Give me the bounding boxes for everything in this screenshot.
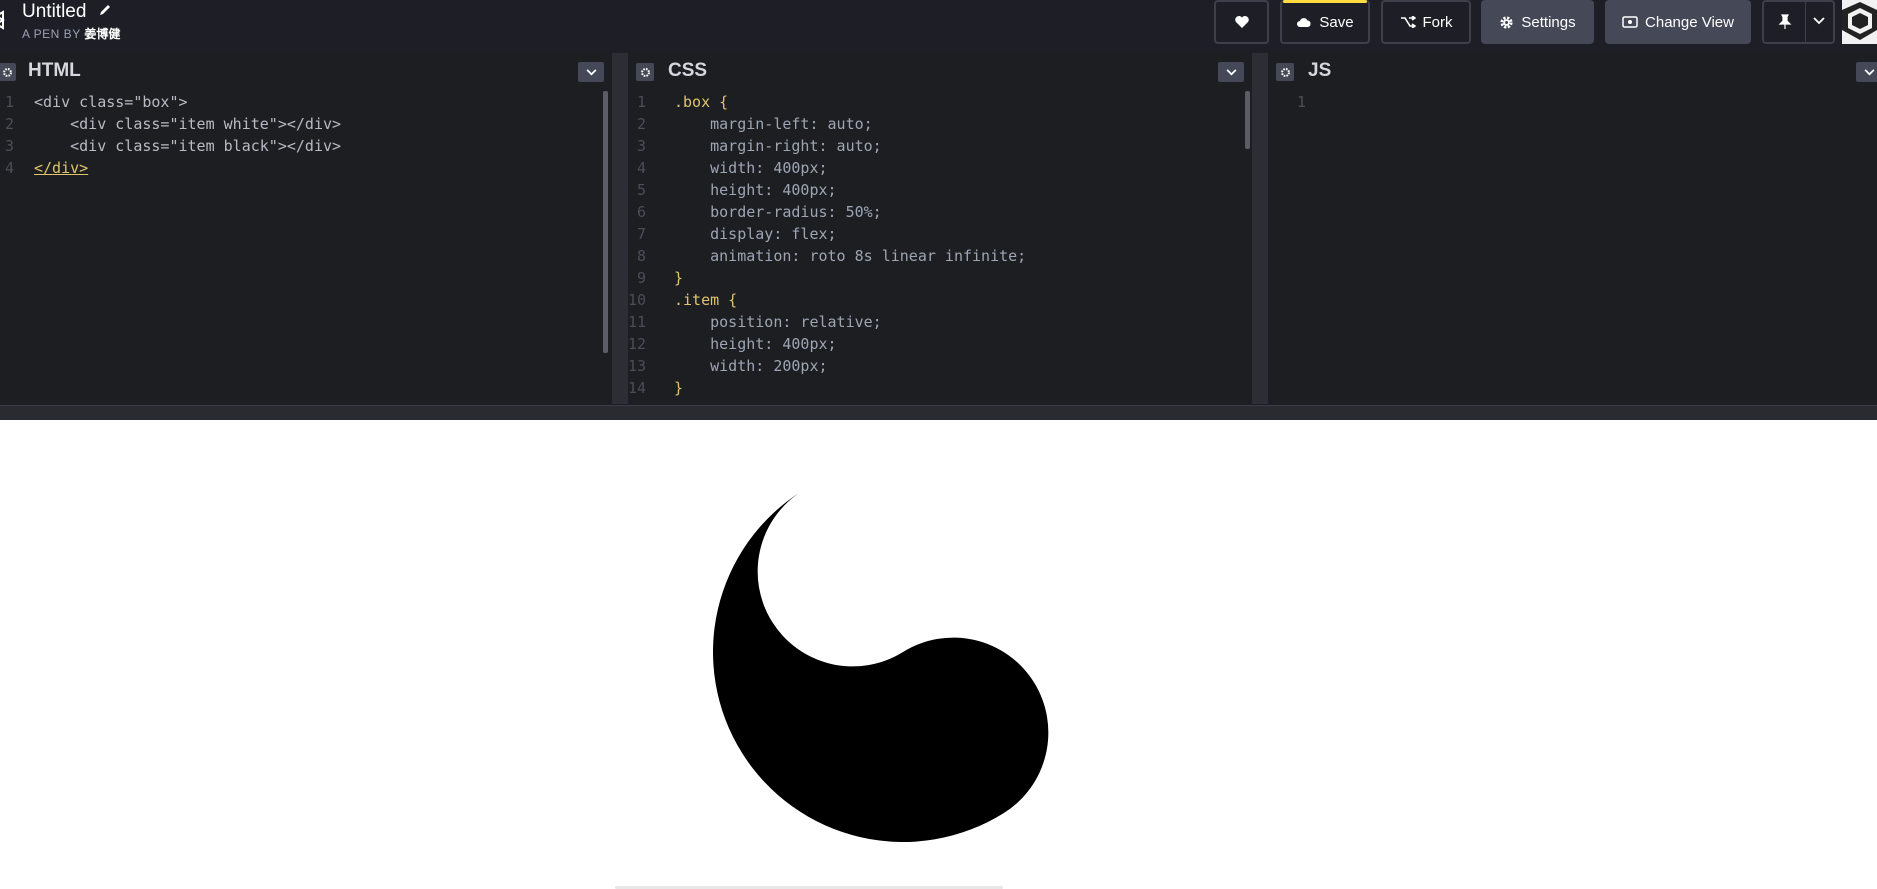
- chevron-down-icon[interactable]: [1813, 17, 1825, 25]
- js-panel-title: JS: [1308, 60, 1332, 81]
- line-number: 4: [636, 159, 646, 177]
- code-line: margin-left: auto;: [674, 115, 873, 133]
- chevron-down-icon: [1864, 68, 1874, 75]
- code-line: .item {: [674, 291, 738, 309]
- line-number: 13: [628, 357, 647, 375]
- line-number: 2: [4, 115, 14, 133]
- js-panel: JS 1: [1268, 53, 1877, 404]
- line-number: 3: [4, 137, 14, 155]
- cloud-icon: [1297, 17, 1311, 27]
- html-editor[interactable]: 1 2 3 4 <div class="box"> <div class="it…: [0, 91, 612, 404]
- code-line: height: 400px;: [674, 181, 837, 199]
- heart-icon: [1234, 16, 1249, 28]
- html-panel-menu-button[interactable]: [578, 62, 604, 82]
- code-line: <div class="item white"></div>: [34, 115, 342, 133]
- code-line: <div class="box">: [34, 93, 188, 111]
- fork-button[interactable]: Fork: [1381, 0, 1471, 44]
- avatar-image-icon: [1842, 0, 1877, 44]
- html-panel-title: HTML: [28, 60, 81, 81]
- code-line: <div class="item black"></div>: [34, 137, 342, 155]
- js-panel-menu-button[interactable]: [1856, 62, 1877, 82]
- line-number: 5: [636, 181, 646, 199]
- code-line: width: 400px;: [674, 159, 828, 177]
- view-icon: [1622, 16, 1638, 28]
- save-button[interactable]: Save: [1280, 0, 1370, 44]
- pin-icon: [1778, 14, 1792, 29]
- css-editor[interactable]: 1 .box { 2 margin-left: auto; 3 margin-righ…: [628, 91, 1252, 404]
- gear-icon: [1500, 15, 1513, 29]
- preview-resize-bar[interactable]: [0, 405, 1877, 420]
- html-scrollbar[interactable]: [603, 91, 608, 353]
- gear-icon: [640, 67, 650, 77]
- js-panel-header: JS: [1268, 53, 1877, 91]
- result-preview: [0, 420, 1877, 889]
- code-line: position: relative;: [674, 313, 882, 331]
- code-line: display: flex;: [674, 225, 837, 243]
- codepen-logo-icon[interactable]: [0, 4, 14, 38]
- line-number: 11: [628, 313, 647, 331]
- line-number: 7: [636, 225, 646, 243]
- line-number: 6: [636, 203, 646, 221]
- top-bar: Untitled A PEN BY 姜博健 Save Fork Settings…: [0, 0, 1877, 46]
- line-number: 1: [1296, 93, 1306, 111]
- code-line: }: [674, 379, 684, 397]
- html-panel: HTML 1 2 3 4 <div class="box"> <div clas…: [0, 53, 612, 404]
- pen-author-line: A PEN BY 姜博健: [22, 25, 120, 42]
- code-line: margin-right: auto;: [674, 137, 882, 155]
- chevron-down-icon: [1226, 68, 1236, 75]
- line-number: 9: [636, 269, 646, 287]
- code-line: width: 200px;: [674, 357, 828, 375]
- js-editor[interactable]: 1: [1268, 91, 1877, 404]
- pencil-icon[interactable]: [98, 3, 112, 17]
- yin-yang-graphic: [713, 490, 1049, 842]
- html-settings-button[interactable]: [0, 63, 16, 81]
- line-number: 12: [628, 335, 647, 353]
- pin-divider: [1805, 2, 1806, 42]
- like-button[interactable]: [1214, 0, 1269, 44]
- settings-label: Settings: [1521, 13, 1576, 31]
- change-view-label: Change View: [1645, 13, 1734, 31]
- line-number: 1: [4, 93, 14, 111]
- code-line: animation: roto 8s linear infinite;: [674, 247, 1027, 265]
- css-panel-title: CSS: [668, 60, 708, 81]
- panel-resize-handle[interactable]: [612, 53, 628, 404]
- code-line: border-radius: 50%;: [674, 203, 882, 221]
- css-scrollbar[interactable]: [1245, 91, 1250, 149]
- line-number: 3: [636, 137, 646, 155]
- line-number: 8: [636, 247, 646, 265]
- code-line: }: [674, 269, 684, 287]
- line-number: 4: [4, 159, 14, 177]
- subtitle-prefix: A PEN BY: [22, 27, 81, 41]
- html-panel-header: HTML: [0, 53, 612, 91]
- gear-icon: [2, 67, 12, 77]
- fork-label: Fork: [1422, 13, 1453, 31]
- panel-resize-handle[interactable]: [1252, 53, 1268, 404]
- line-number: 1: [636, 93, 646, 111]
- line-number: 14: [628, 379, 647, 397]
- js-settings-button[interactable]: [1276, 63, 1294, 81]
- css-panel-menu-button[interactable]: [1218, 62, 1244, 82]
- author-name[interactable]: 姜博健: [84, 27, 120, 41]
- gear-icon: [1280, 67, 1290, 77]
- code-line: .box {: [674, 93, 729, 111]
- code-line: </div>: [34, 159, 89, 177]
- avatar[interactable]: [1842, 0, 1877, 44]
- css-panel: CSS 1 .box { 2 margin-left: auto; 3 margin-…: [628, 53, 1252, 404]
- change-view-button[interactable]: Change View: [1605, 0, 1751, 44]
- settings-button[interactable]: Settings: [1481, 0, 1594, 44]
- css-panel-header: CSS: [628, 53, 1252, 91]
- chevron-down-icon: [586, 68, 596, 75]
- pen-title[interactable]: Untitled: [22, 1, 86, 23]
- fork-icon: [1400, 16, 1416, 28]
- unsaved-indicator: [1283, 0, 1367, 3]
- save-label: Save: [1319, 13, 1354, 31]
- line-number: 2: [636, 115, 646, 133]
- line-number: 10: [628, 291, 647, 309]
- css-settings-button[interactable]: [636, 63, 654, 81]
- code-line: height: 400px;: [674, 335, 837, 353]
